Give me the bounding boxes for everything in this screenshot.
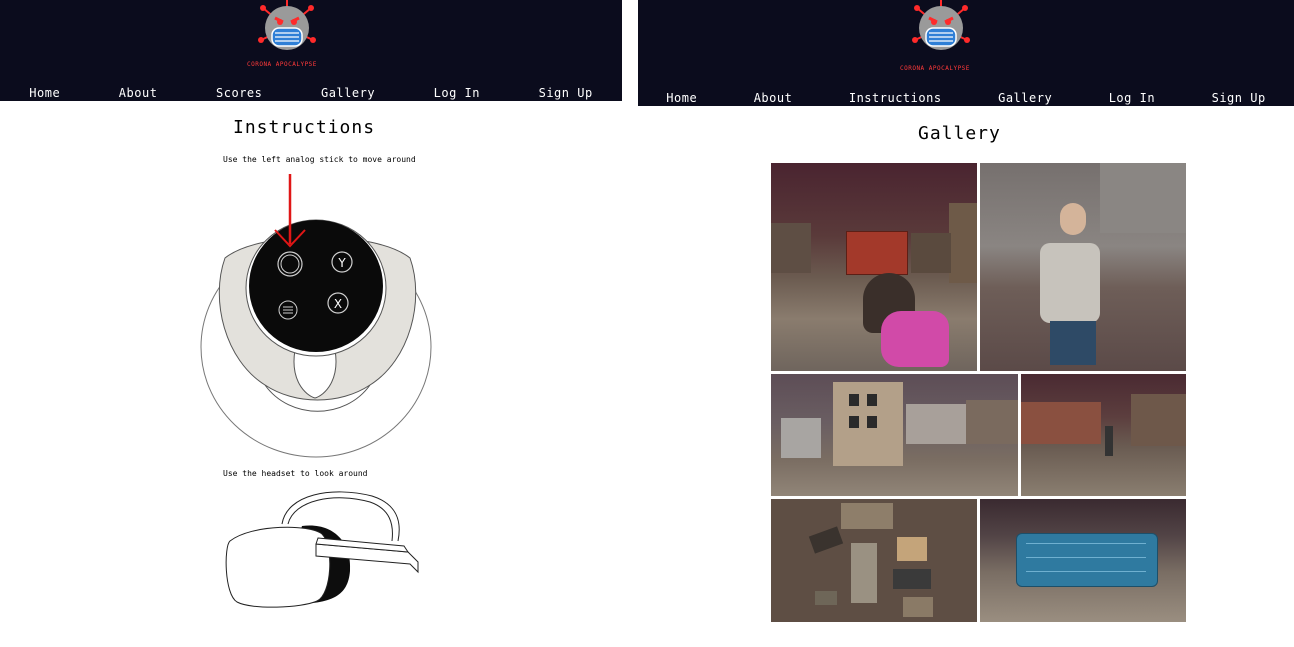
instructions-page: CORONA APOCALYPSE Home About Scores Gall… xyxy=(0,0,622,647)
nav-instructions-link[interactable]: Instructions xyxy=(849,91,942,105)
corona-virus-logo xyxy=(912,0,970,50)
gallery-image[interactable] xyxy=(771,163,977,371)
nav-gallery-link[interactable]: Gallery xyxy=(998,91,1052,105)
main-nav: Home About Scores Gallery Log In Sign Up xyxy=(0,84,622,101)
gallery-image[interactable] xyxy=(771,499,977,622)
brand-name: CORONA APOCALYPSE xyxy=(247,61,317,68)
nav-gallery-link[interactable]: Gallery xyxy=(321,86,375,100)
page-title: Instructions xyxy=(233,117,376,138)
brand-name: CORONA APOCALYPSE xyxy=(900,65,970,72)
red-arrow-icon xyxy=(274,174,306,248)
main-nav: Home About Instructions Gallery Log In S… xyxy=(638,89,1294,106)
gallery-page: CORONA APOCALYPSE Home About Instruction… xyxy=(638,0,1294,647)
site-header: CORONA APOCALYPSE Home About Instruction… xyxy=(638,0,1294,106)
nav-about-link[interactable]: About xyxy=(119,86,158,100)
page-title: Gallery xyxy=(918,123,1001,144)
nav-signup-link[interactable]: Sign Up xyxy=(539,86,593,100)
nav-login-link[interactable]: Log In xyxy=(434,86,480,100)
move-instruction: Use the left analog stick to move around xyxy=(223,155,416,164)
corona-virus-logo xyxy=(258,0,316,50)
gallery-image[interactable] xyxy=(980,499,1186,622)
gallery-image[interactable] xyxy=(980,163,1186,371)
site-header: CORONA APOCALYPSE Home About Scores Gall… xyxy=(0,0,622,101)
nav-login-link[interactable]: Log In xyxy=(1109,91,1155,105)
button-x-label: X xyxy=(334,297,342,311)
nav-scores-link[interactable]: Scores xyxy=(216,86,262,100)
controller-illustration: Y X xyxy=(200,174,432,458)
gallery-image[interactable] xyxy=(771,374,1018,496)
nav-home-link[interactable]: Home xyxy=(666,91,697,105)
gallery-image[interactable] xyxy=(1021,374,1186,496)
look-instruction: Use the headset to look around xyxy=(223,469,368,478)
nav-signup-link[interactable]: Sign Up xyxy=(1212,91,1266,105)
nav-about-link[interactable]: About xyxy=(754,91,793,105)
vr-headset-illustration xyxy=(225,491,419,608)
nav-home-link[interactable]: Home xyxy=(29,86,60,100)
button-y-label: Y xyxy=(337,256,346,270)
